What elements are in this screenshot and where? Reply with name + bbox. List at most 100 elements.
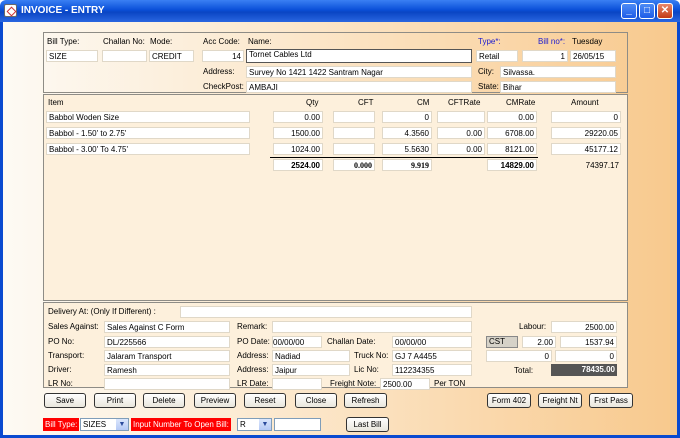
transport-field[interactable]: Jalaram Transport	[104, 350, 230, 362]
items-panel	[43, 94, 628, 301]
bill-type-label: Bill Type:	[47, 37, 80, 46]
city-label: City:	[478, 67, 494, 76]
bill-no-label: Bill no*:	[538, 37, 566, 46]
bottom-bill-type-label: Bill Type:	[43, 418, 80, 431]
bill-type-field[interactable]: SIZE	[46, 50, 98, 62]
sales-against-label: Sales Against:	[48, 322, 99, 331]
extra-charge-1-field[interactable]: 0	[486, 350, 552, 362]
last-bill-button[interactable]: Last Bill	[346, 417, 389, 432]
print-button[interactable]: Print	[94, 393, 136, 408]
transport-label: Transport:	[48, 351, 85, 360]
city-field[interactable]: Silvassa.	[500, 66, 616, 78]
date-field[interactable]: 26/05/15	[570, 50, 616, 62]
cst-amount-field[interactable]: 1537.94	[560, 336, 617, 348]
total-label: Total:	[514, 366, 534, 375]
form-402-button[interactable]: Form 402	[487, 393, 531, 408]
truck-no-field[interactable]: GJ 7 A4455	[392, 350, 472, 362]
driver-address-label: Address:	[237, 365, 269, 374]
row-cftrate[interactable]: 0.00	[437, 127, 485, 139]
row-cftrate[interactable]	[437, 111, 485, 123]
truck-no-label: Truck No:	[354, 351, 389, 360]
close-window-button[interactable]: ✕	[657, 3, 673, 19]
transport-address-field[interactable]: Nadiad	[272, 350, 350, 362]
bill-type-select[interactable]: SIZES ▼	[80, 418, 129, 431]
name-field[interactable]: Tornet Cables Ltd	[246, 49, 472, 63]
chevron-down-icon[interactable]: ▼	[259, 419, 271, 430]
freight-nt-button[interactable]: Freight Nt	[538, 393, 582, 408]
row-amount[interactable]: 0	[551, 111, 621, 123]
open-bill-number-input[interactable]	[274, 418, 321, 431]
address-field[interactable]: Survey No 1421 1422 Santram Nagar	[246, 66, 472, 78]
bill-no-field[interactable]: 1	[522, 50, 568, 62]
remark-field[interactable]	[272, 321, 472, 333]
save-button[interactable]: Save	[44, 393, 86, 408]
po-date-label: PO Date:	[237, 337, 270, 346]
po-no-field[interactable]: DL/225566	[104, 336, 230, 348]
driver-field[interactable]: Ramesh	[104, 364, 230, 376]
acc-code-field[interactable]: 14	[202, 50, 244, 62]
lr-no-field[interactable]	[104, 378, 230, 390]
invoice-app-icon	[4, 4, 17, 17]
state-field[interactable]: Bihar	[500, 81, 616, 93]
row-qty[interactable]: 1500.00	[273, 127, 323, 139]
close-button[interactable]: Close	[295, 393, 337, 408]
total-qty: 2524.00	[273, 159, 323, 171]
total-cft: 0.000	[333, 159, 375, 171]
cst-label: CST	[486, 336, 518, 348]
col-qty: Qty	[306, 98, 319, 107]
checkpost-field[interactable]: AMBAJI	[246, 81, 472, 93]
mode-field[interactable]: CREDIT	[149, 50, 194, 62]
row-cmrate[interactable]: 0.00	[487, 111, 537, 123]
lr-date-field[interactable]	[272, 378, 322, 390]
reset-button[interactable]: Reset	[244, 393, 286, 408]
labour-field[interactable]: 2500.00	[551, 321, 617, 333]
cst-rate-field[interactable]: 2.00	[522, 336, 556, 348]
lic-no-field[interactable]: 112234355	[392, 364, 472, 376]
extra-charge-2-field[interactable]: 0	[555, 350, 617, 362]
row-cftrate[interactable]: 0.00	[437, 143, 485, 155]
driver-address-field[interactable]: Jaipur	[272, 364, 350, 376]
row-cm[interactable]: 0	[382, 111, 432, 123]
challan-date-field[interactable]: 00/00/00	[392, 336, 472, 348]
row-cmrate[interactable]: 8121.00	[487, 143, 537, 155]
challan-no-field[interactable]	[102, 50, 147, 62]
challan-date-label: Challan Date:	[327, 337, 376, 346]
row-qty[interactable]: 1024.00	[273, 143, 323, 155]
row-item[interactable]: Babbol - 3.00' To 4.75'	[46, 143, 250, 155]
name-label: Name:	[248, 37, 272, 46]
po-date-field[interactable]: 00/00/00	[272, 336, 322, 348]
delivery-field[interactable]	[180, 306, 472, 318]
state-label: State:	[478, 82, 499, 91]
row-cft[interactable]	[333, 143, 375, 155]
row-amount[interactable]: 29220.05	[551, 127, 621, 139]
remark-label: Remark:	[237, 322, 268, 331]
col-amount: Amount	[571, 98, 599, 107]
acc-code-label: Acc Code:	[203, 37, 240, 46]
sales-against-field[interactable]: Sales Against C Form	[104, 321, 230, 333]
preview-button[interactable]: Preview	[194, 393, 236, 408]
frst-pass-button[interactable]: Frst Pass	[589, 393, 633, 408]
row-item[interactable]: Babbol - 1.50' to 2.75'	[46, 127, 250, 139]
chevron-down-icon[interactable]: ▼	[116, 419, 128, 430]
open-bill-prefix-select[interactable]: R ▼	[237, 418, 272, 431]
maximize-button[interactable]: □	[639, 3, 655, 19]
row-cmrate[interactable]: 6708.00	[487, 127, 537, 139]
row-cft[interactable]	[333, 127, 375, 139]
totals-divider	[270, 157, 538, 158]
open-bill-label: Input Number To Open Bill:	[131, 418, 231, 431]
minimize-button[interactable]: _	[621, 3, 637, 19]
delete-button[interactable]: Delete	[143, 393, 185, 408]
col-cm: CM	[417, 98, 430, 107]
address-label: Address:	[203, 67, 235, 76]
row-amount[interactable]: 45177.12	[551, 143, 621, 155]
row-item[interactable]: Babbol Woden Size	[46, 111, 250, 123]
type-field[interactable]: Retail	[476, 50, 518, 62]
refresh-button[interactable]: Refresh	[344, 393, 387, 408]
row-cm[interactable]: 4.3560	[382, 127, 432, 139]
driver-label: Driver:	[48, 365, 72, 374]
freight-note-field[interactable]: 2500.00	[380, 378, 430, 390]
row-cm[interactable]: 5.5630	[382, 143, 432, 155]
po-no-label: PO No:	[48, 337, 75, 346]
row-qty[interactable]: 0.00	[273, 111, 323, 123]
row-cft[interactable]	[333, 111, 375, 123]
